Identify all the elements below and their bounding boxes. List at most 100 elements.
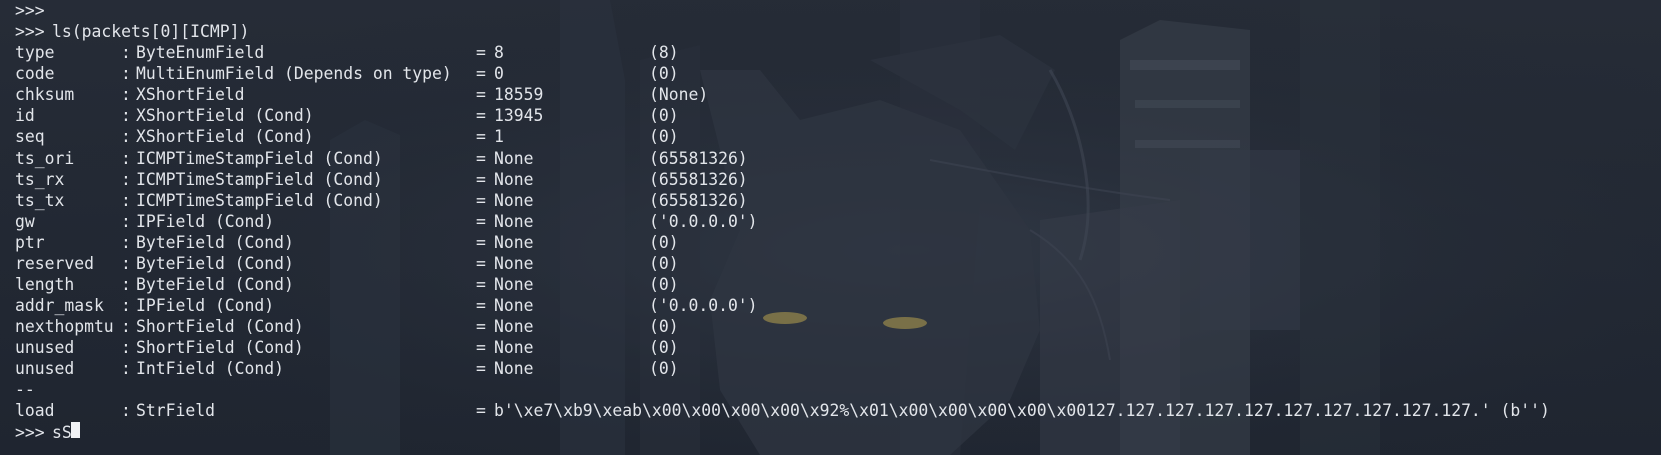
field-row: reserved : ByteField (Cond) = None (0) — [0, 253, 1661, 274]
field-name: length — [15, 275, 75, 295]
field-default: (0) — [649, 106, 679, 126]
field-default: (65581326) — [649, 169, 748, 189]
field-colon: : — [121, 359, 131, 379]
field-row: type : ByteEnumField = 8 (8) — [0, 42, 1661, 63]
field-row: nexthopmtu : ShortField (Cond) = None (0… — [0, 316, 1661, 337]
field-equals: = — [476, 106, 486, 126]
field-type: ByteField (Cond) — [136, 253, 294, 273]
field-type: ICMPTimeStampField (Cond) — [136, 148, 383, 168]
field-colon: : — [121, 148, 131, 168]
field-default: (0) — [649, 253, 679, 273]
field-colon: : — [121, 64, 131, 84]
field-colon: : — [121, 169, 131, 189]
field-colon: : — [121, 232, 131, 252]
separator-text: -- — [15, 380, 35, 400]
field-default: (0) — [649, 359, 679, 379]
input-line[interactable]: >>> sS — [0, 421, 1661, 443]
field-equals: = — [476, 338, 486, 358]
field-value: None — [494, 148, 534, 168]
command-line: >>> ls(packets[0][ICMP]) — [0, 21, 1661, 42]
field-row: ts_rx : ICMPTimeStampField (Cond) = None… — [0, 169, 1661, 190]
field-value: 1 — [494, 127, 504, 147]
input-text[interactable]: sS — [52, 422, 72, 443]
field-default: (None) — [649, 85, 709, 105]
field-default: (0) — [649, 232, 679, 252]
field-name: load — [15, 401, 55, 421]
field-equals: = — [476, 253, 486, 273]
field-value: 18559 — [494, 85, 544, 105]
field-name: id — [15, 106, 35, 126]
prompt-marker: >>> — [15, 1, 45, 20]
field-equals: = — [476, 401, 486, 421]
field-value: None — [494, 338, 534, 358]
field-row: ts_tx : ICMPTimeStampField (Cond) = None… — [0, 190, 1661, 211]
field-type: ShortField (Cond) — [136, 317, 304, 337]
field-equals: = — [476, 190, 486, 210]
field-default: (0) — [649, 338, 679, 358]
field-colon: : — [121, 296, 131, 316]
field-type: IPField (Cond) — [136, 296, 275, 316]
field-row: seq : XShortField (Cond) = 1 (0) — [0, 126, 1661, 147]
field-default: (0) — [649, 317, 679, 337]
field-type: StrField — [136, 401, 215, 421]
field-name: ts_tx — [15, 190, 65, 210]
field-type: XShortField — [136, 85, 245, 105]
field-colon: : — [121, 85, 131, 105]
field-name: type — [15, 43, 55, 63]
field-equals: = — [476, 317, 486, 337]
terminal-output: >>> >>> ls(packets[0][ICMP]) type : Byte… — [0, 0, 1661, 443]
field-equals: = — [476, 275, 486, 295]
field-default: (65581326) — [649, 148, 748, 168]
field-colon: : — [121, 106, 131, 126]
field-equals: = — [476, 232, 486, 252]
field-row: unused : ShortField (Cond) = None (0) — [0, 337, 1661, 358]
field-row: ts_ori : ICMPTimeStampField (Cond) = Non… — [0, 148, 1661, 169]
field-row: gw : IPField (Cond) = None ('0.0.0.0') — [0, 211, 1661, 232]
field-equals: = — [476, 148, 486, 168]
field-value: 13945 — [494, 106, 544, 126]
field-type: IPField (Cond) — [136, 211, 275, 231]
field-value: None — [494, 169, 534, 189]
field-default: (0) — [649, 127, 679, 147]
field-type: IntField (Cond) — [136, 359, 285, 379]
terminal-window[interactable]: >>> >>> ls(packets[0][ICMP]) type : Byte… — [0, 0, 1661, 455]
field-row: addr_mask : IPField (Cond) = None ('0.0.… — [0, 295, 1661, 316]
field-name: code — [15, 64, 55, 84]
field-equals: = — [476, 296, 486, 316]
field-type: ByteField (Cond) — [136, 232, 294, 252]
field-type: XShortField (Cond) — [136, 106, 314, 126]
field-value: None — [494, 317, 534, 337]
field-colon: : — [121, 253, 131, 273]
field-type: ByteField (Cond) — [136, 275, 294, 295]
field-colon: : — [121, 338, 131, 358]
field-default: (0) — [649, 275, 679, 295]
field-value: None — [494, 211, 534, 231]
field-row: unused : IntField (Cond) = None (0) — [0, 358, 1661, 379]
separator-line: -- — [0, 379, 1661, 400]
field-value: None — [494, 232, 534, 252]
field-name: nexthopmtu — [15, 317, 114, 337]
field-colon: : — [121, 127, 131, 147]
field-type: XShortField (Cond) — [136, 127, 314, 147]
field-name: reserved — [15, 253, 94, 273]
prompt-marker: >>> — [15, 422, 45, 442]
field-default: (8) — [649, 43, 679, 63]
field-value: None — [494, 275, 534, 295]
field-equals: = — [476, 211, 486, 231]
field-type: ShortField (Cond) — [136, 338, 304, 358]
field-value: None — [494, 253, 534, 273]
field-default: ('0.0.0.0') — [649, 211, 758, 231]
field-colon: : — [121, 401, 131, 421]
field-default: ('0.0.0.0') — [649, 296, 758, 316]
field-colon: : — [121, 211, 131, 231]
field-row: ptr : ByteField (Cond) = None (0) — [0, 232, 1661, 253]
field-default: (65581326) — [649, 190, 748, 210]
field-name: chksum — [15, 85, 75, 105]
prompt-line-empty: >>> — [0, 0, 1661, 21]
field-type: ICMPTimeStampField (Cond) — [136, 190, 383, 210]
field-type: ByteEnumField — [136, 43, 265, 63]
field-value: None — [494, 359, 534, 379]
field-colon: : — [121, 275, 131, 295]
field-equals: = — [476, 359, 486, 379]
field-equals: = — [476, 64, 486, 84]
